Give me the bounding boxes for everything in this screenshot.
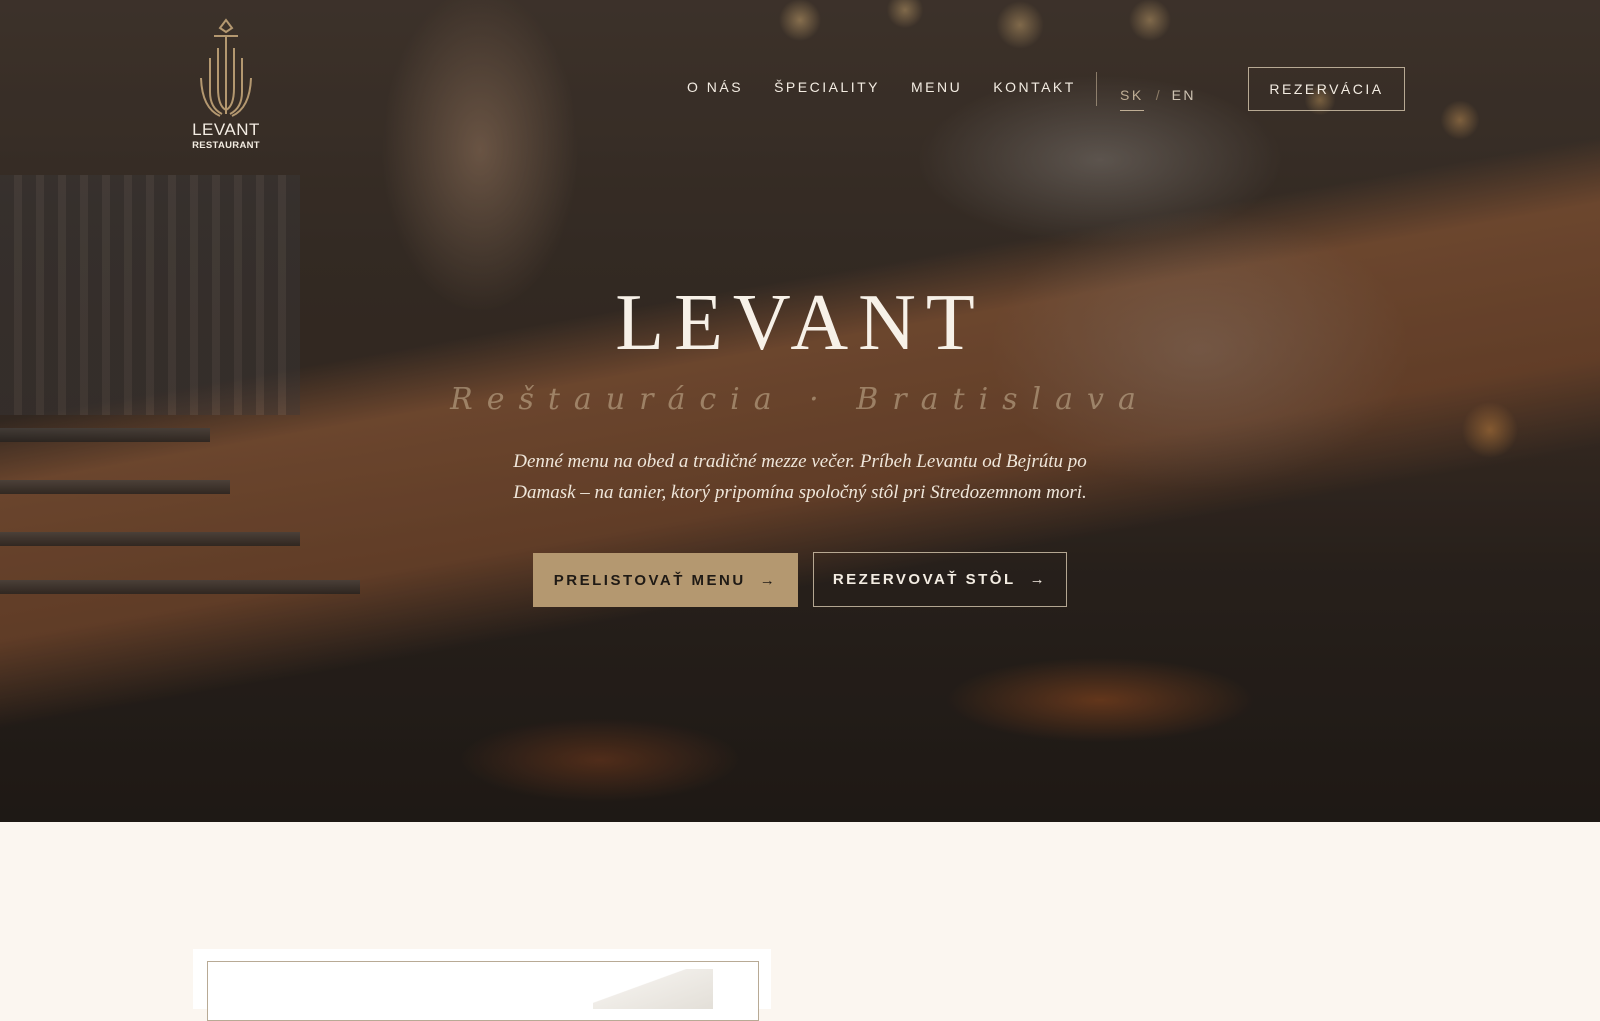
hero-description-line: Damask – na tanier, ktorý pripomína spol…: [513, 482, 1087, 503]
header-reserve-button[interactable]: REZERVÁCIA: [1248, 67, 1405, 111]
main-nav: O NÁS ŠPECIALITY MENU KONTAKT: [687, 79, 1107, 95]
brand-logo[interactable]: LEVANT RESTAURANT: [190, 18, 262, 160]
nav-item-about[interactable]: O NÁS: [687, 79, 743, 95]
lang-sk[interactable]: SK: [1120, 87, 1144, 111]
nav-divider: [1096, 72, 1097, 106]
hero-subtitle: Reštaurácia · Bratislava: [450, 382, 1150, 417]
brand-name: LEVANT: [192, 120, 260, 139]
lang-separator: /: [1155, 87, 1160, 103]
language-switcher: SK / EN: [1120, 79, 1196, 111]
lang-en[interactable]: EN: [1172, 87, 1196, 103]
menu-card-paper: [593, 969, 713, 1009]
hero-description-line: Denné menu na obed a tradičné mezze veče…: [513, 451, 1087, 472]
trident-logo-icon: [200, 18, 252, 117]
arrow-right-icon: →: [759, 571, 778, 589]
arrow-right-icon: →: [1029, 571, 1048, 588]
nav-item-specialities[interactable]: ŠPECIALITY: [774, 79, 880, 95]
reserve-table-label: REZERVOVAŤ STÔL: [832, 571, 1016, 588]
browse-menu-button[interactable]: PRELISTOVAŤ MENU →: [533, 553, 798, 607]
brand-tagline: RESTAURANT: [192, 140, 260, 151]
hero-description: Denné menu na obed a tradičné mezze veče…: [480, 446, 1120, 508]
nav-item-menu[interactable]: MENU: [911, 79, 962, 95]
hero-section: LEVANT RESTAURANT O NÁS ŠPECIALITY MENU …: [0, 0, 1600, 822]
browse-menu-label: PRELISTOVAŤ MENU: [553, 571, 746, 589]
menu-card-preview: [193, 949, 771, 1021]
nav-item-contact[interactable]: KONTAKT: [993, 79, 1076, 95]
reserve-table-button[interactable]: REZERVOVAŤ STÔL →: [813, 552, 1067, 607]
hero-title: LEVANT: [615, 279, 985, 367]
